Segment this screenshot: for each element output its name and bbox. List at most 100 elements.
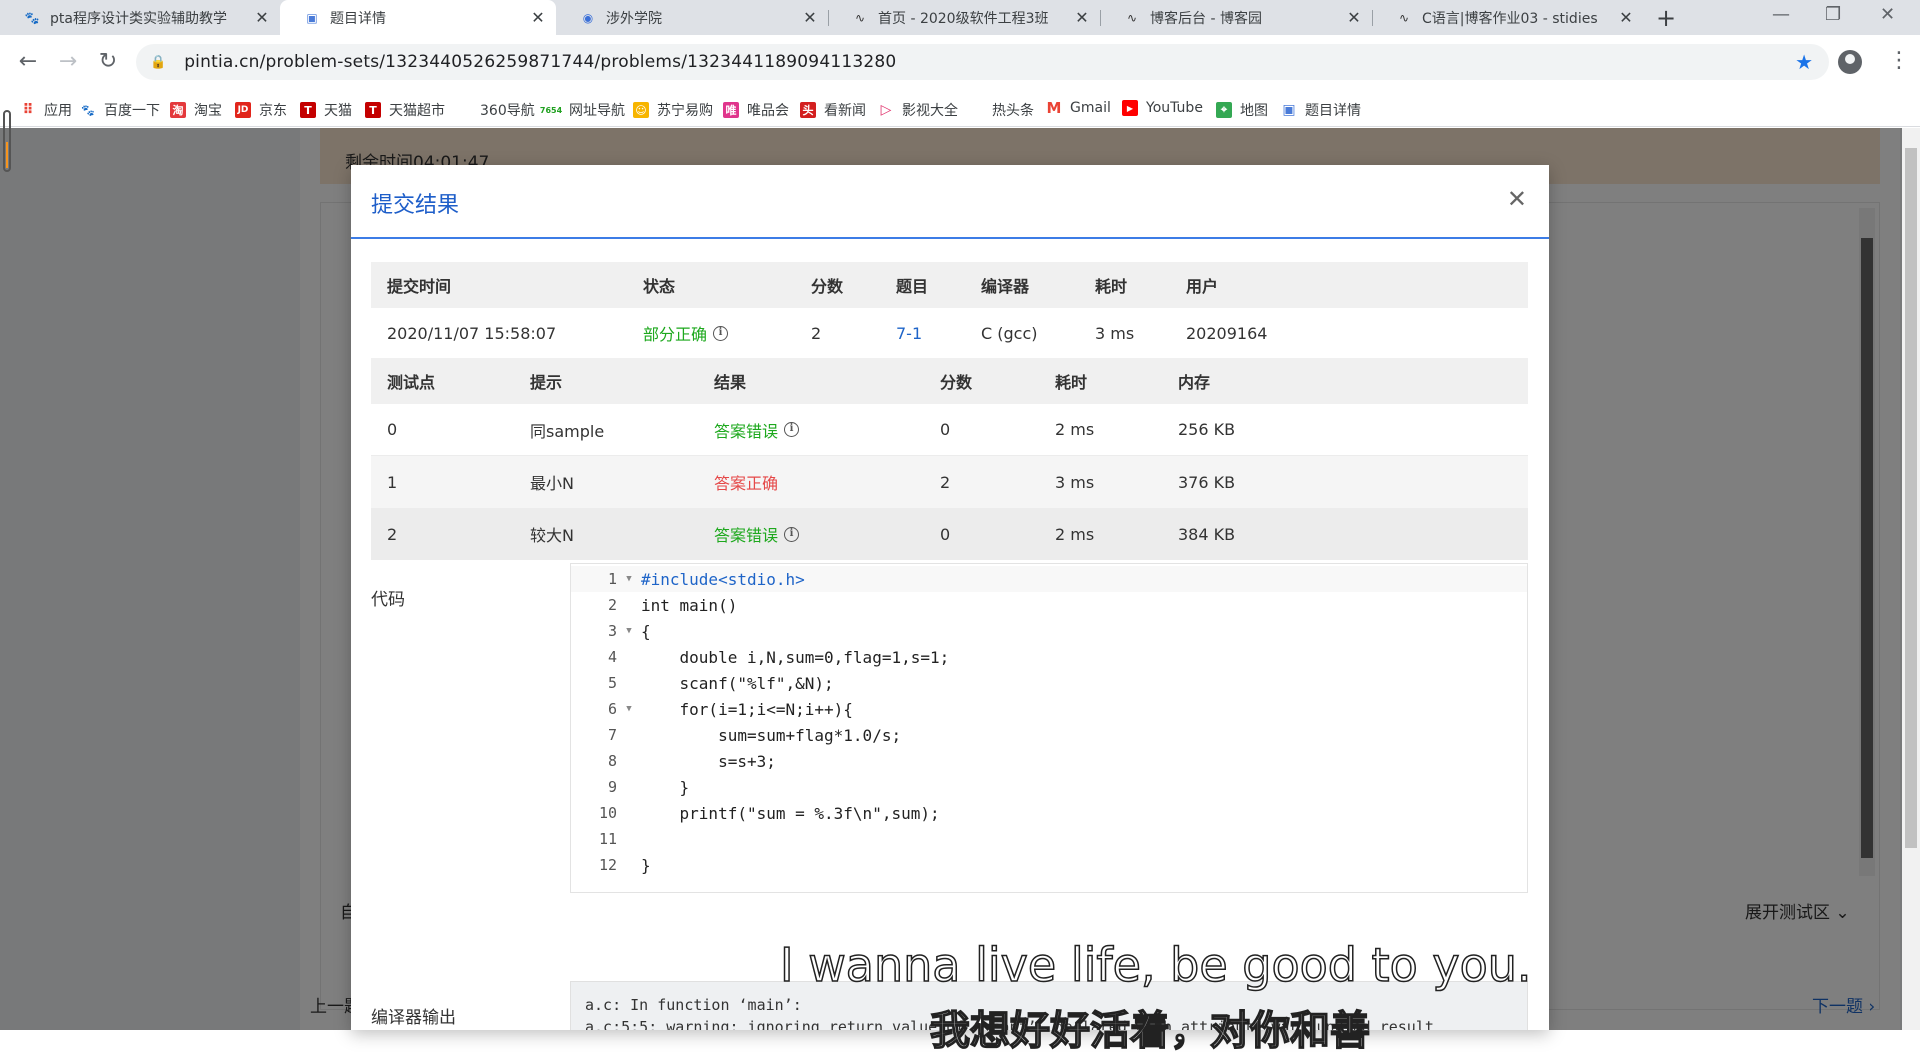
code-text: for(i=1;i<=N;i++){ xyxy=(641,699,853,719)
side-handle[interactable] xyxy=(3,110,11,172)
reload-button[interactable]: ↻ xyxy=(94,49,122,74)
globe-icon: ◉ xyxy=(582,10,594,25)
bookmark-vip[interactable]: 唯唯品会 xyxy=(723,100,789,120)
forward-button[interactable]: → xyxy=(54,49,82,74)
submit-time: 2020/11/07 15:58:07 xyxy=(387,323,557,343)
test-id: 1 xyxy=(387,472,398,492)
restore-button[interactable]: ❐ xyxy=(1825,4,1841,25)
col-header: 状态 xyxy=(643,277,676,296)
url-text[interactable]: pintia.cn/problem-sets/13234405262598717… xyxy=(184,52,896,72)
bookmark-taobao[interactable]: 淘淘宝 xyxy=(170,100,222,120)
bookmark-360[interactable]: 360导航 xyxy=(456,100,535,120)
bookmark-suning[interactable]: ☺ 苏宁易购 xyxy=(633,100,713,120)
test-id: 0 xyxy=(387,420,398,439)
taobao-icon: 淘 xyxy=(170,102,186,118)
tab-title: 首页 - 2020级软件工程3班 xyxy=(878,10,1049,27)
minimize-button[interactable]: — xyxy=(1772,4,1790,25)
close-icon[interactable]: ✕ xyxy=(1074,8,1090,27)
close-icon[interactable]: ✕ xyxy=(1618,8,1634,27)
back-button[interactable]: ← xyxy=(14,49,42,74)
fold-arrow-icon[interactable]: ▼ xyxy=(617,574,641,584)
close-icon[interactable]: ✕ xyxy=(1507,185,1527,213)
test-result: 答案正确 xyxy=(714,474,779,493)
col-header: 分数 xyxy=(811,277,844,296)
blank-icon xyxy=(456,102,472,118)
tab-cnblogs-homework[interactable]: ∿ C语言|博客作业03 - stidies ✕ xyxy=(1372,0,1644,35)
tab-cnblogs-admin[interactable]: ∿ 博客后台 - 博客园 ✕ xyxy=(1100,0,1372,35)
bookmark-label: 影视大全 xyxy=(902,103,958,119)
summary-header-row: 提交时间 状态 分数 题目 编译器 耗时 用户 xyxy=(371,262,1528,308)
test-memory: 384 KB xyxy=(1178,524,1236,544)
bookmark-hot[interactable]: 热头条 xyxy=(968,100,1034,120)
code-line: 6 ▼ for(i=1;i<=N;i++){ xyxy=(607,699,853,719)
url-bar[interactable]: 🔒 pintia.cn/problem-sets/132344052625987… xyxy=(136,44,1829,80)
tab-college[interactable]: ◉ 涉外学院 ✕ xyxy=(556,0,828,35)
bookmark-label: 热头条 xyxy=(992,103,1034,119)
cnblogs-icon: ∿ xyxy=(1126,10,1138,25)
fold-arrow-icon[interactable]: ▼ xyxy=(617,704,641,714)
test-hint: 较大N xyxy=(530,526,574,545)
bookmarks-bar: ⠿ 应用 🐾 百度一下 淘淘宝 JD 京东 T 天猫 T 天猫超市 360导航 7654 网… xyxy=(0,93,1920,127)
info-icon[interactable]: i xyxy=(784,526,800,542)
code-line: 3 ▼{ xyxy=(607,621,651,641)
compiler: C (gcc) xyxy=(981,323,1038,343)
window-close-button[interactable]: ✕ xyxy=(1880,4,1895,25)
tab-problem-detail[interactable]: ▣ 题目详情 ✕ xyxy=(280,0,556,35)
problem-link[interactable]: 7-1 xyxy=(896,308,922,358)
bookmark-label: 网址导航 xyxy=(569,103,625,119)
code-line: 9 } xyxy=(607,777,690,797)
jd-icon: JD xyxy=(235,102,251,118)
bookmark-label: 地图 xyxy=(1240,103,1268,119)
code-text: scanf("%lf",&N); xyxy=(641,673,834,693)
bookmark-maps[interactable]: ⌖ 地图 xyxy=(1216,100,1268,120)
page-scrollbar[interactable] xyxy=(1902,128,1920,1030)
bookmark-problem[interactable]: ▣ 题目详情 xyxy=(1281,100,1361,120)
bookmark-jd[interactable]: JD 京东 xyxy=(235,100,287,120)
test-result-cell: 答案错误 i xyxy=(714,508,800,560)
test-score: 0 xyxy=(940,524,951,544)
new-tab-button[interactable]: + xyxy=(1656,4,1676,32)
menu-kebab-icon[interactable]: ⋮ xyxy=(1888,48,1910,73)
bookmark-news[interactable]: 头看新闻 xyxy=(800,100,866,120)
bookmark-tmall-market[interactable]: T 天猫超市 xyxy=(365,100,445,120)
col-header: 结果 xyxy=(714,373,747,392)
tab-strip: 🐾 pta程序设计类实验辅助教学 ✕ ▣ 题目详情 ✕ ◉ 涉外学院 ✕ ∿ 首… xyxy=(0,0,1920,35)
dialog-header: 提交结果 ✕ xyxy=(351,165,1549,239)
test-result: 答案错误 xyxy=(714,421,779,441)
tab-title: 博客后台 - 博客园 xyxy=(1150,10,1262,27)
bookmark-label: 唯品会 xyxy=(747,103,789,119)
scroll-thumb[interactable] xyxy=(1905,148,1917,848)
close-icon[interactable]: ✕ xyxy=(1346,8,1362,27)
code-viewer[interactable]: 1 ▼ #include<stdio.h> 2 int main() 3 ▼{ 4 do… xyxy=(570,563,1528,893)
col-header: 耗时 xyxy=(1095,277,1128,296)
bookmark-youtube[interactable]: ▶ YouTube xyxy=(1122,100,1203,116)
cnblogs-icon: ∿ xyxy=(854,10,866,25)
code-line: 8 s=s+3; xyxy=(607,751,776,771)
info-icon[interactable]: i xyxy=(784,422,800,437)
bookmark-apps[interactable]: ⠿ 应用 xyxy=(20,100,72,120)
bookmark-baidu[interactable]: 🐾 百度一下 xyxy=(80,100,160,120)
test-hint: 最小N xyxy=(530,474,574,493)
close-icon[interactable]: ✕ xyxy=(802,8,818,27)
bookmark-star-icon[interactable]: ★ xyxy=(1795,50,1813,74)
bookmark-video[interactable]: ▷ 影视大全 xyxy=(878,100,958,120)
close-icon[interactable]: ✕ xyxy=(530,8,546,27)
test-hint: 同sample xyxy=(530,421,605,441)
status-text: 部分正确 xyxy=(643,325,708,344)
bookmark-label: 天猫 xyxy=(324,103,352,119)
fold-arrow-icon[interactable]: ▼ xyxy=(617,626,641,636)
profile-avatar-icon[interactable] xyxy=(1838,50,1862,74)
bookmark-tmall[interactable]: T 天猫 xyxy=(300,100,352,120)
lock-icon[interactable]: 🔒 xyxy=(150,55,166,70)
gmail-icon: M xyxy=(1046,99,1062,117)
tmall-icon: T xyxy=(365,102,381,118)
test-time: 3 ms xyxy=(1055,472,1095,492)
close-icon[interactable]: ✕ xyxy=(254,8,270,27)
bookmark-7654[interactable]: 7654 网址导航 xyxy=(540,100,625,120)
bookmark-gmail[interactable]: M Gmail xyxy=(1046,99,1111,117)
info-icon[interactable]: i xyxy=(713,325,729,341)
col-header: 耗时 xyxy=(1055,373,1088,392)
tab-pta[interactable]: 🐾 pta程序设计类实验辅助教学 ✕ xyxy=(0,0,280,35)
tab-cnblogs-home[interactable]: ∿ 首页 - 2020级软件工程3班 ✕ xyxy=(828,0,1100,35)
elapsed: 3 ms xyxy=(1095,323,1135,343)
